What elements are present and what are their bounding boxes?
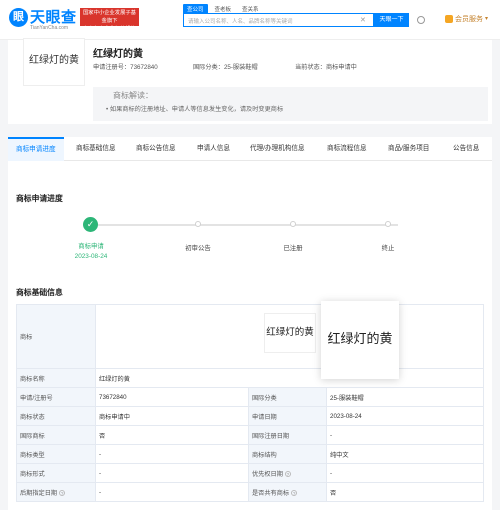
table-row: 商标形式 - 优先权日期? -	[16, 463, 484, 483]
status-meta: 当前状态：商标申请中	[295, 64, 357, 71]
tab-goods-services[interactable]: 商品/服务项目	[388, 137, 429, 161]
table-cell-label: 商标结构	[248, 444, 327, 464]
table-cell-label: 商标类型	[16, 444, 96, 464]
table-cell-value: 2023-08-24	[326, 406, 484, 426]
trademark-summary-card: 红绿灯的黄 红绿灯的黄 申请注册号：73672840 国际分类：25-服装鞋帽 …	[8, 38, 492, 124]
table-cell-label: 商标名称	[16, 368, 96, 388]
trademark-image: 红绿灯的黄	[23, 38, 85, 86]
main-content: 商标申请进度 ✓ 商标申请 2023-08-24 初审公告 已注册 终止 商标基…	[8, 161, 492, 510]
tab-progress[interactable]: 商标申请进度	[8, 137, 64, 161]
settings-icon[interactable]	[417, 16, 425, 24]
table-cell-label: 国际分类	[248, 387, 327, 407]
table-cell-value: -	[326, 463, 484, 483]
table-cell-value: 25-服装鞋帽	[326, 387, 484, 407]
reg-no-meta: 申请注册号：73672840	[93, 64, 158, 71]
certification-banner[interactable]: 国家中小企业发展子基金旗下 官方备案企业征信机构	[80, 8, 139, 32]
tab-announcement[interactable]: 商标公告信息	[136, 137, 176, 161]
table-row: 商标状态 商标申请中 申请日期 2023-08-24	[16, 406, 484, 426]
trademark-title: 红绿灯的黄	[93, 49, 143, 60]
check-icon: ✓	[83, 217, 98, 232]
top-header: 眼 天眼查 TianYanCha.com 国家中小企业发展子基金旗下 官方备案企…	[0, 0, 500, 40]
table-cell-label: 后期指定日期?	[16, 482, 96, 502]
chevron-down-icon[interactable]: ▾	[485, 15, 488, 22]
trademark-notice: 商标解读： • 如果商标的注册地址、申请人等信息发生变化，请及时变更商标	[93, 87, 488, 121]
table-row: 商标 红绿灯的黄 红绿灯的黄	[16, 301, 484, 379]
table-cell-label: 是否共有商标?	[248, 482, 327, 502]
table-cell-label: 优先权日期?	[248, 463, 327, 483]
step-dot	[290, 221, 296, 227]
table-cell-value: 纯中文	[326, 444, 484, 464]
trademark-thumbnail[interactable]: 红绿灯的黄	[264, 313, 316, 353]
table-cell-label: 申请日期	[248, 406, 327, 426]
vip-service-link[interactable]: 会员服务	[455, 14, 483, 24]
table-cell-value: -	[95, 482, 249, 502]
search-input[interactable]: 请输入公司名称、人名、品牌名称等关键词 ✕	[183, 13, 374, 27]
tab-notice[interactable]: 公告信息	[453, 137, 479, 161]
logo-icon[interactable]: 眼	[9, 8, 28, 27]
table-row: 商标类型 - 商标结构 纯中文	[16, 444, 484, 464]
class-meta: 国际分类：25-服装鞋帽	[193, 64, 258, 71]
table-cell-value: 商标申请中	[95, 406, 249, 426]
basic-info-table: 商标 红绿灯的黄 红绿灯的黄 商标名称 红绿灯的黄 申请/注册号 7367284…	[16, 301, 484, 502]
table-cell-value: -	[326, 425, 484, 445]
tab-agency[interactable]: 代理/办理机构信息	[250, 137, 305, 161]
tab-process[interactable]: 商标流程信息	[327, 137, 367, 161]
logo-text[interactable]: 天眼查	[30, 6, 77, 27]
logo-subtitle: TianYanCha.com	[30, 25, 69, 31]
step-label: 终止	[381, 245, 395, 252]
step-dot	[385, 221, 391, 227]
step-label: 已注册	[283, 245, 303, 252]
table-cell-label: 国际注册日期	[248, 425, 327, 445]
table-cell-label: 国际商标	[16, 425, 96, 445]
table-row: 国际商标 否 国际注册日期 -	[16, 425, 484, 445]
step-date: 2023-08-24	[74, 253, 108, 260]
table-cell-value: 否	[95, 425, 249, 445]
table-cell-value: 73672840	[95, 387, 249, 407]
table-row: 申请/注册号 73672840 国际分类 25-服装鞋帽	[16, 387, 484, 407]
table-cell-label: 商标形式	[16, 463, 96, 483]
tab-basic-info[interactable]: 商标基础信息	[76, 137, 116, 161]
vip-icon[interactable]	[445, 15, 453, 23]
table-cell-value: -	[95, 444, 249, 464]
search-placeholder: 请输入公司名称、人名、品牌名称等关键词	[188, 19, 293, 25]
table-row: 后期指定日期? - 是否共有商标? 否	[16, 482, 484, 502]
progress-track	[98, 224, 398, 226]
table-cell-value: 否	[326, 482, 484, 502]
step-label: 初审公告	[185, 245, 211, 252]
tab-applicant[interactable]: 申请人信息	[197, 137, 230, 161]
notice-title: 商标解读：	[113, 91, 153, 100]
detail-tabs: 商标申请进度 商标基础信息 商标公告信息 申请人信息 代理/办理机构信息 商标流…	[8, 137, 492, 161]
banner-line1: 国家中小企业发展子基金旗下	[83, 10, 136, 24]
table-cell-label: 商标	[16, 304, 96, 369]
notice-body: • 如果商标的注册地址、申请人等信息发生变化，请及时变更商标	[106, 106, 284, 113]
banner-line2: 官方备案企业征信机构	[83, 26, 136, 32]
trademark-preview: 红绿灯的黄	[321, 301, 399, 379]
table-cell-value: 红绿灯的黄	[95, 368, 484, 388]
trademark-image-cell: 红绿灯的黄 红绿灯的黄	[95, 301, 484, 379]
step-label: 商标申请	[78, 243, 104, 250]
step-dot	[195, 221, 201, 227]
table-cell-value: -	[95, 463, 249, 483]
help-icon[interactable]: ?	[59, 489, 66, 496]
progress-section-title: 商标申请进度	[16, 194, 63, 203]
table-cell-label: 商标状态	[16, 406, 96, 426]
table-row: 商标名称 红绿灯的黄	[16, 368, 484, 388]
table-cell-label: 申请/注册号	[16, 387, 96, 407]
help-icon[interactable]: ?	[284, 470, 291, 477]
help-icon[interactable]: ?	[291, 489, 298, 496]
clear-icon[interactable]: ✕	[360, 16, 366, 24]
search-button[interactable]: 天眼一下	[374, 13, 409, 27]
basic-info-section-title: 商标基础信息	[16, 288, 63, 297]
